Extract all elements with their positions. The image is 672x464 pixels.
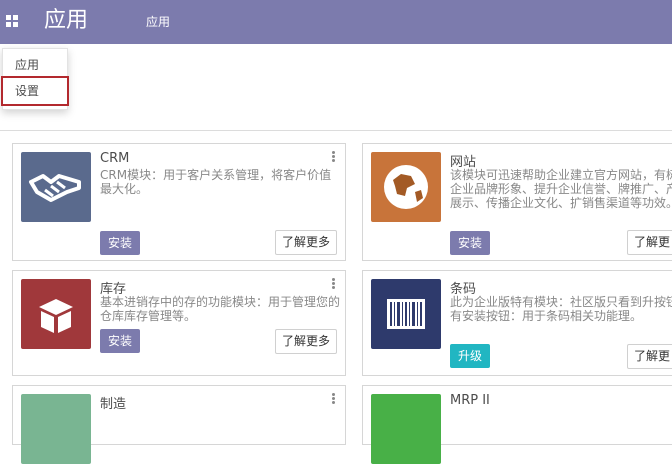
app-grid-icon[interactable] — [6, 15, 18, 27]
app-card-manufacturing: 制造 — [12, 385, 346, 464]
barcode-icon — [371, 279, 441, 349]
manufacturing-icon — [21, 394, 91, 464]
app-card-crm: CRM CRM模块：用于客户关系管理，将客户价值最大化。 安装 了解更多 — [12, 143, 346, 261]
kebab-menu-icon[interactable] — [332, 278, 335, 289]
app-description-barcode: 此为企业版特有模块：社区版只看到升按钮没有安装按钮：用于条码相关功能理。 — [450, 295, 672, 323]
install-button-website[interactable]: 安装 — [450, 231, 491, 255]
install-button-crm[interactable]: 安装 — [100, 231, 141, 255]
top-navbar: 应用 应用 — [0, 0, 672, 44]
globe-icon — [371, 152, 441, 222]
app-title-mrp: MRP II — [450, 393, 490, 408]
menu-link-apps[interactable]: 应用 — [146, 13, 170, 30]
learn-more-button-crm[interactable]: 了解更多 — [274, 230, 337, 255]
kebab-menu-icon[interactable] — [332, 151, 335, 162]
page-title: 应用 — [44, 8, 89, 33]
dropdown-item-apps[interactable]: 应用 — [3, 53, 67, 77]
learn-more-button-website[interactable]: 了解更 — [627, 230, 672, 255]
handshake-icon — [21, 152, 91, 222]
section-divider — [0, 130, 672, 131]
app-card-inventory: 库存 基本进销存中的存的功能模块：用于管理您的仓库库存管理等。 安装 了解更多 — [12, 270, 346, 376]
learn-more-button-barcode[interactable]: 了解更 — [627, 344, 672, 369]
app-card-mrp: MRP II — [362, 385, 672, 464]
settings-highlight-box — [1, 76, 69, 106]
app-description-website: 该模块可迅速帮助企业建立官方网站，有树立企业品牌形象、提升企业信誉、牌推广、产品… — [450, 168, 672, 210]
box-icon — [21, 279, 91, 349]
app-title-manufacturing: 制造 — [100, 397, 127, 412]
learn-more-button-inventory[interactable]: 了解更多 — [274, 329, 337, 354]
mrp-icon — [371, 394, 441, 464]
upgrade-button-barcode[interactable]: 升级 — [450, 344, 491, 368]
app-card-website: 网站 该模块可迅速帮助企业建立官方网站，有树立企业品牌形象、提升企业信誉、牌推广… — [362, 143, 672, 261]
install-button-inventory[interactable]: 安装 — [100, 329, 141, 353]
app-description-inventory: 基本进销存中的存的功能模块：用于管理您的仓库库存管理等。 — [100, 295, 341, 323]
app-card-barcode: 条码 此为企业版特有模块：社区版只看到升按钮没有安装按钮：用于条码相关功能理。 … — [362, 270, 672, 376]
app-description-crm: CRM模块：用于客户关系管理，将客户价值最大化。 — [100, 168, 332, 196]
app-title-crm: CRM — [100, 151, 130, 166]
kebab-menu-icon[interactable] — [332, 393, 335, 404]
